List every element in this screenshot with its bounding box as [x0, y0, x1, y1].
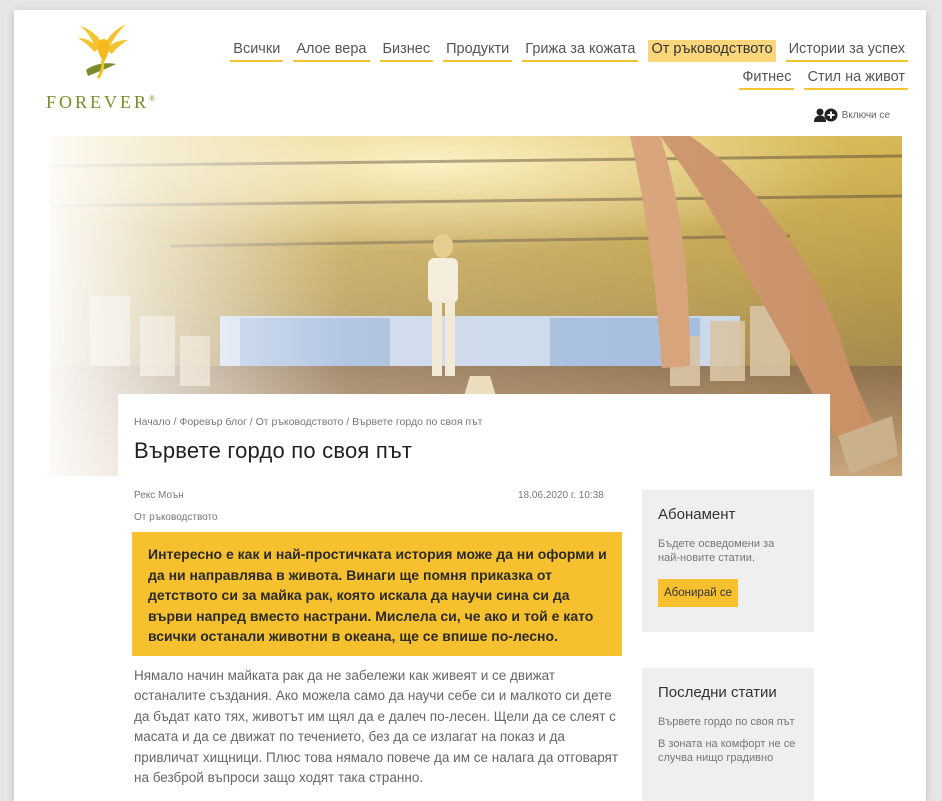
- nav-row-1: Всички Алое вера Бизнес Продукти Грижа з…: [208, 40, 908, 62]
- forever-logo[interactable]: FOREVER®: [44, 20, 164, 115]
- subscribe-button[interactable]: Абонирай се: [658, 579, 738, 607]
- nav-item-fitness[interactable]: Фитнес: [739, 68, 795, 90]
- logo-wordmark: FOREVER: [46, 92, 150, 112]
- breadcrumb-category[interactable]: От ръководството: [256, 416, 344, 428]
- person-add-icon: [813, 108, 838, 122]
- latest-article-link[interactable]: Вървете гордо по своя път: [658, 715, 798, 729]
- nav-item-business[interactable]: Бизнес: [379, 40, 434, 62]
- article-author[interactable]: Рекс Моън: [134, 490, 184, 501]
- nav-item-lifestyle[interactable]: Стил на живот: [804, 68, 908, 90]
- page: FOREVER® Всички Алое вера Бизнес Продукт…: [14, 10, 926, 801]
- article-date: 18.06.2020 г. 10:38: [518, 490, 604, 501]
- nav-item-success-stories[interactable]: Истории за успех: [785, 40, 908, 62]
- logo-text: FOREVER®: [46, 92, 158, 113]
- latest-article-link[interactable]: В зоната на комфорт не се случва нищо гр…: [658, 737, 798, 765]
- breadcrumb-separator: /: [246, 416, 256, 428]
- latest-articles-title: Последни статии: [658, 684, 777, 701]
- nav-item-from-leadership[interactable]: От ръководството: [648, 40, 776, 62]
- nav-item-skin-care[interactable]: Грижа за кожата: [522, 40, 639, 62]
- registered-mark: ®: [149, 94, 159, 103]
- main-nav: Всички Алое вера Бизнес Продукти Грижа з…: [208, 40, 908, 96]
- article-intro-quote: Интересно е как и най-простичката истори…: [132, 532, 622, 656]
- nav-row-2: Фитнес Стил на живот: [208, 68, 908, 90]
- eagle-icon: [78, 24, 128, 79]
- subscribe-text: Бъдете осведомени за най-новите статии.: [658, 538, 775, 564]
- join-link[interactable]: Включи се: [813, 108, 890, 122]
- subscribe-box: Абонамент Бъдете осведомени за най-новит…: [642, 490, 814, 632]
- nav-item-aloe-vera[interactable]: Алое вера: [293, 40, 370, 62]
- article-body: Нямало начин майката рак да не забележи …: [134, 668, 619, 786]
- nav-item-products[interactable]: Продукти: [443, 40, 513, 62]
- breadcrumb-home[interactable]: Начало: [134, 416, 171, 428]
- breadcrumb-blog[interactable]: Форевър блог: [179, 416, 247, 428]
- article-category[interactable]: От ръководството: [134, 512, 218, 523]
- subscribe-title: Абонамент: [658, 506, 736, 523]
- breadcrumb: Начало / Форевър блог / От ръководството…: [134, 416, 483, 428]
- page-title: Вървете гордо по своя път: [134, 438, 413, 463]
- breadcrumb-current: Вървете гордо по своя път: [352, 416, 483, 428]
- latest-articles-box: Последни статии Вървете гордо по своя пъ…: [642, 668, 814, 801]
- nav-item-all[interactable]: Всички: [230, 40, 284, 62]
- join-label: Включи се: [841, 109, 890, 121]
- article-card: Начало / Форевър блог / От ръководството…: [118, 394, 830, 801]
- breadcrumb-separator: /: [343, 416, 353, 428]
